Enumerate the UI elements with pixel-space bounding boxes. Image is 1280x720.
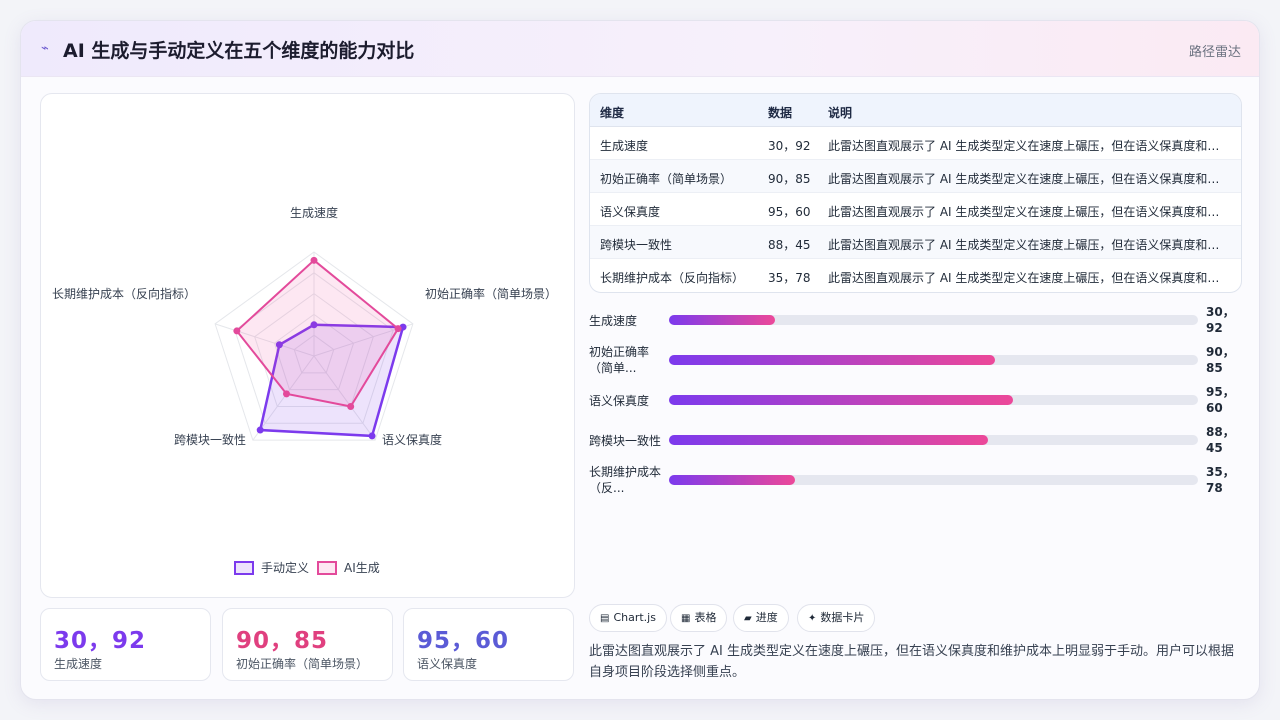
radar-axis-label: 语义保真度 xyxy=(382,432,442,447)
progress-track xyxy=(669,315,1198,325)
radar-axis-label: 初始正确率（简单场景） xyxy=(425,286,557,301)
cell-dimension: 长期维护成本（反向指标） xyxy=(600,271,745,285)
table-row[interactable]: 语义保真度 95，60 此雷达图直观展示了 AI 生成类型定义在速度上碾压，但在… xyxy=(590,193,1241,226)
chip-progress[interactable]: ▰ 进度 xyxy=(733,604,789,632)
path-icon: ⌁ xyxy=(41,41,49,56)
cell-data: 90，85 xyxy=(768,172,811,186)
data-table: 维度 数据 说明 生成速度 30，92 此雷达图直观展示了 AI 生成类型定义在… xyxy=(589,93,1242,293)
chip-table[interactable]: ▦ 表格 xyxy=(670,604,728,632)
legend-label[interactable]: AI生成 xyxy=(344,561,380,575)
stat-card-1: 90，85 初始正确率（简单场景） xyxy=(222,608,393,681)
cell-data: 30，92 xyxy=(768,139,811,153)
stat-value: 95，60 xyxy=(417,628,510,654)
progress-fill xyxy=(669,315,775,325)
radar-point[interactable] xyxy=(310,256,318,264)
progress-track xyxy=(669,475,1198,485)
header: ⌁ AI 生成与手动定义在五个维度的能力对比 路径雷达 xyxy=(21,21,1259,77)
column-header-data: 数据 xyxy=(768,106,793,120)
page-title: AI 生成与手动定义在五个维度的能力对比 xyxy=(63,40,415,62)
radar-point[interactable] xyxy=(368,432,376,440)
progress-value: 95， 60 xyxy=(1206,385,1235,415)
cell-dimension: 初始正确率（简单场景） xyxy=(600,172,733,186)
cell-dimension: 跨模块一致性 xyxy=(600,238,673,252)
legend-label[interactable]: 手动定义 xyxy=(261,560,309,575)
stat-card-2: 95，60 语义保真度 xyxy=(403,608,574,681)
progress-row: 初始正确率 （简单... 90， 85 xyxy=(589,341,1242,381)
radar-point[interactable] xyxy=(347,402,355,410)
cell-description: 此雷达图直观展示了 AI 生成类型定义在速度上碾压，但在语义保真度和维护成本上明… xyxy=(828,238,1220,252)
table-row[interactable]: 生成速度 30，92 此雷达图直观展示了 AI 生成类型定义在速度上碾压，但在语… xyxy=(590,127,1241,160)
table-row[interactable]: 初始正确率（简单场景） 90，85 此雷达图直观展示了 AI 生成类型定义在速度… xyxy=(590,160,1241,193)
progress-fill xyxy=(669,355,996,365)
main-card: ⌁ AI 生成与手动定义在五个维度的能力对比 路径雷达 生成速度初始正确率（简单… xyxy=(20,20,1260,700)
progress-track xyxy=(669,435,1198,445)
progress-label: 初始正确率 （简单... xyxy=(589,345,650,375)
stat-label: 语义保真度 xyxy=(417,657,478,671)
progress-value: 88， 45 xyxy=(1206,425,1235,455)
cell-data: 35，78 xyxy=(768,271,811,285)
progress-value: 90， 85 xyxy=(1206,345,1235,375)
legend-swatch[interactable] xyxy=(317,561,337,575)
progress-label: 生成速度 xyxy=(589,314,638,328)
progress-row: 生成速度 30， 92 xyxy=(589,301,1242,341)
chip-chartjs[interactable]: ▤ Chart.js xyxy=(589,604,667,632)
table-header: 维度 数据 说明 xyxy=(590,94,1241,127)
radar-point[interactable] xyxy=(256,426,264,434)
stat-label: 初始正确率（简单场景） xyxy=(236,657,369,671)
chip-data-cards[interactable]: ✦ 数据卡片 xyxy=(797,604,876,632)
table-row[interactable]: 跨模块一致性 88，45 此雷达图直观展示了 AI 生成类型定义在速度上碾压，但… xyxy=(590,226,1241,259)
chart-description: 此雷达图直观展示了 AI 生成类型定义在速度上碾压，但在语义保真度和维护成本上明… xyxy=(589,644,1234,680)
table-icon: ▦ xyxy=(681,613,691,624)
cell-dimension: 生成速度 xyxy=(600,139,649,153)
progress-value: 30， 92 xyxy=(1206,305,1235,335)
radar-axis-label: 跨模块一致性 xyxy=(174,433,246,447)
cell-description: 此雷达图直观展示了 AI 生成类型定义在速度上碾压，但在语义保真度和维护成本上明… xyxy=(828,172,1220,186)
stat-label: 生成速度 xyxy=(54,657,103,671)
radar-chart-card: 生成速度初始正确率（简单场景） 语义保真度 跨模块一致性 长期维护成本（反向指标） 手… xyxy=(40,93,575,598)
column-header-description: 说明 xyxy=(828,106,853,120)
header-tag[interactable]: 路径雷达 xyxy=(1189,41,1241,60)
column-header-dimension: 维度 xyxy=(600,106,625,120)
cell-data: 88，45 xyxy=(768,238,811,252)
progress-label: 语义保真度 xyxy=(589,394,650,408)
radar-point[interactable] xyxy=(282,390,290,398)
progress-row: 长期维护成本 （反... 35， 78 xyxy=(589,461,1242,501)
progress-track xyxy=(669,395,1198,405)
progress-row: 跨模块一致性 88， 45 xyxy=(589,421,1242,461)
radar-point[interactable] xyxy=(233,327,241,335)
table-row[interactable]: 长期维护成本（反向指标） 35，78 此雷达图直观展示了 AI 生成类型定义在速… xyxy=(590,259,1241,292)
cell-description: 此雷达图直观展示了 AI 生成类型定义在速度上碾压，但在语义保真度和维护成本上明… xyxy=(828,271,1220,285)
cell-data: 95，60 xyxy=(768,205,811,219)
progress-track xyxy=(669,355,1198,365)
progress-label: 长期维护成本 （反... xyxy=(589,465,662,495)
legend-swatch[interactable] xyxy=(234,561,254,575)
cell-description: 此雷达图直观展示了 AI 生成类型定义在速度上碾压，但在语义保真度和维护成本上明… xyxy=(828,205,1220,219)
radar-axis-label: 生成速度 xyxy=(290,205,338,220)
cell-description: 此雷达图直观展示了 AI 生成类型定义在速度上碾压，但在语义保真度和维护成本上明… xyxy=(828,139,1220,153)
progress-value: 35， 78 xyxy=(1206,465,1235,495)
radar-axis-label: 长期维护成本（反向指标） xyxy=(52,286,196,301)
sparkle-icon: ✦ xyxy=(808,613,817,624)
stat-value: 30，92 xyxy=(54,628,147,654)
progress-icon: ▰ xyxy=(744,613,752,624)
chart-icon: ▤ xyxy=(600,613,610,624)
progress-fill xyxy=(669,435,988,445)
stat-value: 90，85 xyxy=(236,628,329,654)
progress-fill xyxy=(669,475,795,485)
progress-row: 语义保真度 95， 60 xyxy=(589,381,1242,421)
progress-fill xyxy=(669,395,1013,405)
progress-label: 跨模块一致性 xyxy=(589,434,662,448)
radar-point[interactable] xyxy=(394,325,402,333)
radar-chart: 生成速度初始正确率（简单场景） 语义保真度 跨模块一致性 长期维护成本（反向指标） 手… xyxy=(52,205,557,575)
stat-card-0: 30，92 生成速度 xyxy=(40,608,211,681)
cell-dimension: 语义保真度 xyxy=(600,205,661,219)
